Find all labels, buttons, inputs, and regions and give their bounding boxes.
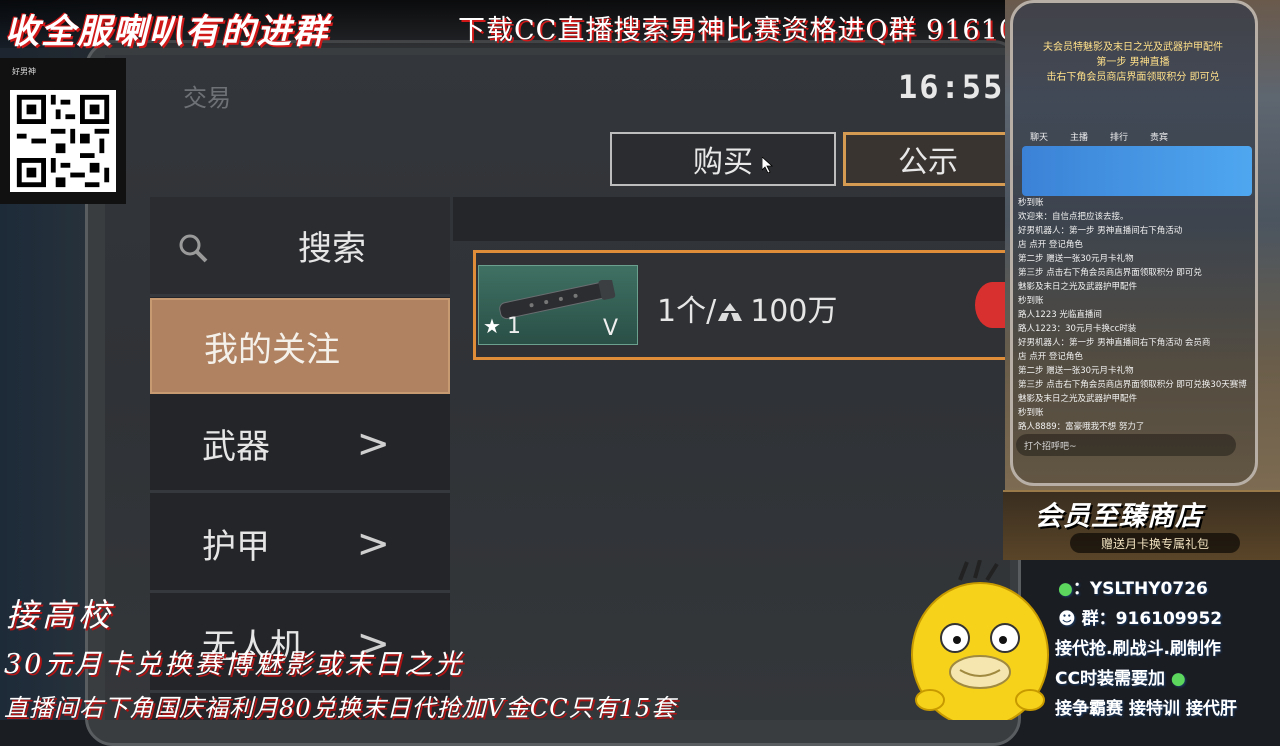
qq-group: 群：916109952 [1081, 609, 1223, 629]
clock: 16:55 [898, 68, 1005, 106]
caption-line-2: 30元月卡兑换赛博魅影或末日之光 [4, 649, 465, 680]
wechat-icon: ● [1170, 669, 1186, 689]
item-thumbnail: ★ 1 V [478, 265, 638, 345]
qq-contact: ☻ 群：916109952 [1058, 604, 1222, 629]
tab-chat[interactable]: 聊天 [1030, 130, 1048, 143]
chat-message: 好男机器人：第一步 男神直播间右下角活动 会员商 [1018, 338, 1211, 348]
trade-title: 交易 [183, 84, 231, 112]
sidebar-item-my-follow[interactable]: 我的关注 [150, 298, 450, 394]
tab-rank[interactable]: 排行 [1110, 130, 1128, 143]
item-price: 1个/100万 [657, 286, 837, 330]
shop-subtitle: 赠送月卡换专属礼包 [1070, 533, 1240, 553]
duck-mascot-icon [911, 560, 1049, 720]
shop-title: 会员至臻商店 [1035, 501, 1203, 532]
chat-message: 好男机器人：第一步 男神直播间右下角活动 [1018, 226, 1183, 236]
gold-bar-icon [718, 303, 743, 321]
sidebar-item-label: 我的关注 [204, 329, 340, 370]
item-star-count: 1 [507, 314, 521, 339]
sidebar-item-label: 武器 [202, 427, 270, 467]
mouse-cursor-icon [762, 157, 774, 173]
chat-message: 秒到账 [1018, 198, 1044, 208]
sidebar-item-label: 搜索 [298, 229, 366, 269]
pinned-line: 夫会员特魅影及末日之光及武器护甲配件 [1043, 42, 1223, 53]
chevron-right-icon: > [356, 520, 390, 567]
tab-buy-label: 购买 [693, 145, 753, 180]
service-line: 接代抢.刷战斗.刷制作 [1055, 639, 1221, 659]
chat-message: 秒到账 [1018, 296, 1044, 306]
chat-pinned-text: 夫会员特魅影及末日之光及武器护甲配件 第一步 男神直播 击右下角会员商店界面领取… [1018, 40, 1248, 85]
caption-line-3: 直播间右下角国庆福利月80兑换末日代抢加V金CC只有15套 [4, 694, 677, 722]
chat-message: 路人1223：30元月卡换cc时装 [1018, 324, 1137, 334]
sidebar-item-armor[interactable]: 护甲 > [150, 497, 450, 593]
tab-buy[interactable]: 购买 [610, 132, 836, 186]
chat-message: 秒到账 [1018, 408, 1044, 418]
chat-message: 魅影及末日之光及武器护甲配件 [1018, 394, 1138, 404]
pinned-line: 第一步 男神直播 [1096, 57, 1170, 68]
item-quantity: 1个/ [657, 294, 717, 329]
chat-message: 第三步 点击右下角会员商店界面领取积分 即可兑换30天赛博 [1018, 380, 1247, 390]
chat-message: 第三步 点击右下角会员商店界面领取积分 即可兑 [1018, 268, 1202, 278]
service-line: CC时装需要加 ● [1055, 664, 1186, 689]
wechat-contact: ●：YSLTHY0726 [1058, 574, 1208, 599]
tab-public[interactable]: 公示 [843, 132, 1013, 186]
service-line: 接争霸赛 接特训 接代肝 [1055, 699, 1237, 719]
wechat-icon: ● [1058, 579, 1073, 599]
caption-line-1: 接高校 [6, 596, 115, 634]
chat-input[interactable]: 打个招呼吧~ [1016, 434, 1236, 456]
sidebar-item-weapon[interactable]: 武器 > [150, 397, 450, 493]
chat-messages: 秒到账 欢迎来：自信点把应该去接。 好男机器人：第一步 男神直播间右下角活动 店… [1018, 196, 1250, 434]
tab-host[interactable]: 主播 [1070, 130, 1088, 143]
list-header [453, 197, 1013, 241]
service-text: CC时装需要加 [1055, 669, 1165, 689]
pinned-line: 击右下角会员商店界面领取积分 即可兑 [1046, 72, 1220, 83]
qq-icon: ☻ [1058, 609, 1076, 629]
sidebar-item-search[interactable]: 搜索 [150, 197, 450, 297]
search-icon [179, 234, 208, 263]
chat-message: 路人8889：富豪哦我不想 努力了 [1018, 422, 1145, 432]
item-grade: V [603, 316, 619, 341]
chat-promo-banner[interactable] [1022, 146, 1252, 196]
chat-tabs: 聊天 主播 排行 贵宾 [1030, 130, 1230, 143]
chat-message: 店 点开 登记角色 [1018, 352, 1083, 362]
banner-right-text: 下载CC直播搜索男神比赛资格进Q群 916109952 [458, 15, 1090, 46]
wechat-id: ：YSLTHY0726 [1072, 579, 1208, 599]
chat-message: 店 点开 登记角色 [1018, 240, 1083, 250]
chat-message: 第二步 赠送一张30元月卡礼物 [1018, 254, 1134, 264]
item-price-value: 100万 [750, 294, 838, 329]
qr-code-image [10, 90, 116, 192]
left-backdrop [0, 180, 85, 720]
chat-message: 魅影及末日之光及武器护甲配件 [1018, 282, 1138, 292]
banner-left-text: 收全服喇叭有的进群 [5, 12, 329, 52]
chat-message: 路人1223 光临直播间 [1018, 310, 1102, 320]
star-icon: ★ [483, 314, 501, 338]
sidebar-item-label: 护甲 [202, 527, 270, 567]
chevron-right-icon: > [356, 420, 390, 467]
chat-message: 欢迎来：自信点把应该去接。 [1018, 212, 1129, 222]
qr-header: 好男神 [12, 67, 36, 76]
tab-public-label: 公示 [898, 145, 958, 180]
tab-vip[interactable]: 贵宾 [1150, 130, 1168, 143]
chat-message: 第二步 赠送一张30元月卡礼物 [1018, 366, 1134, 376]
